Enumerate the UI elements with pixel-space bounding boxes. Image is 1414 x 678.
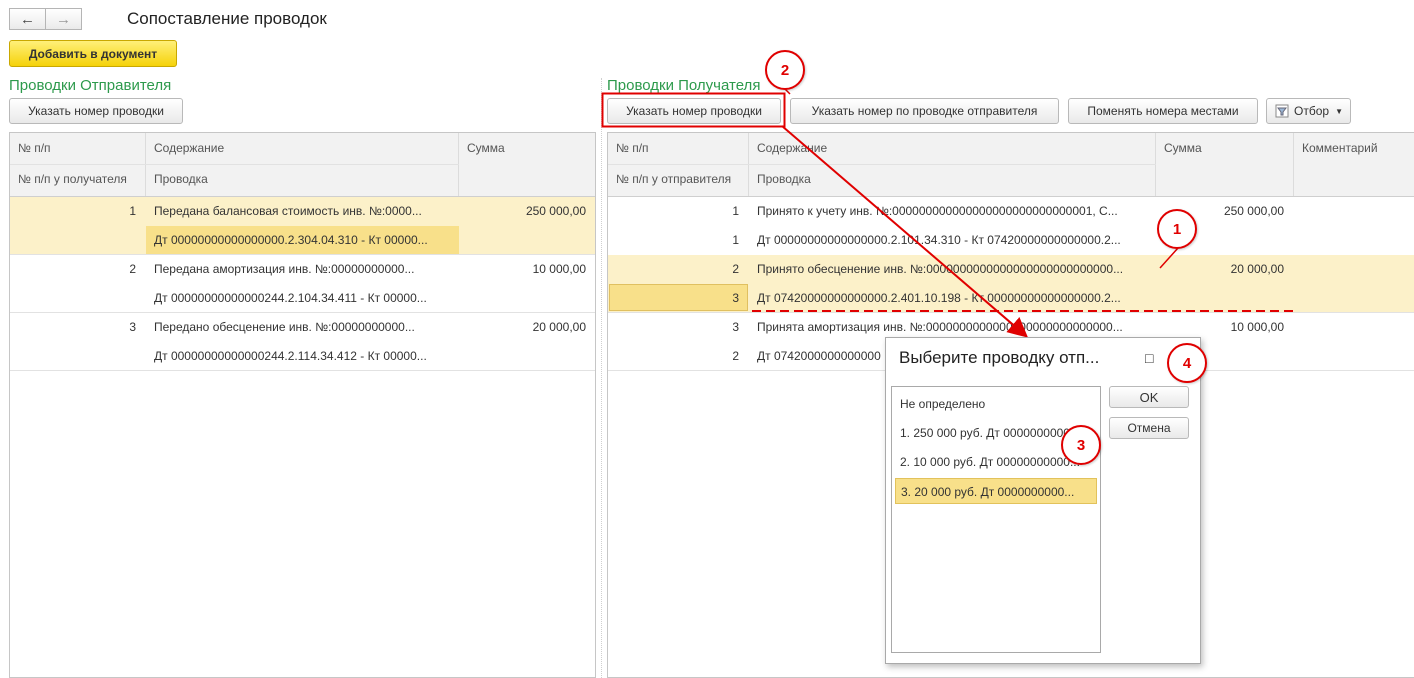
row-content: Передано обесценение инв. №:00000000000.… [154, 320, 415, 334]
col-header-content[interactable]: Содержание [146, 133, 459, 164]
row-sum: 10 000,00 [532, 262, 586, 276]
recipient-set-number-button[interactable]: Указать номер проводки [607, 98, 781, 124]
sender-section-title: Проводки Отправителя [9, 77, 172, 94]
forward-button[interactable]: → [45, 8, 82, 30]
col-header-sum[interactable]: Сумма [459, 133, 595, 196]
swap-numbers-button[interactable]: Поменять номера местами [1068, 98, 1258, 124]
row-num: 1 [129, 204, 136, 218]
col-header-sum[interactable]: Сумма [1156, 133, 1294, 196]
col-header-entry[interactable]: Проводка [749, 164, 1156, 196]
row-num: 2 [129, 262, 136, 276]
row-entry: Дт 00000000000000000.2.304.04.310 - Кт 0… [154, 233, 428, 247]
maximize-icon[interactable]: □ [1145, 350, 1153, 366]
dropdown-arrow-icon: ▼ [1335, 106, 1343, 116]
row-content: Принята амортизация инв. №:0000000000000… [757, 320, 1123, 334]
row-num-sender: 3 [732, 291, 739, 305]
panel-splitter[interactable] [601, 78, 602, 678]
filter-button[interactable]: Отбор ▼ [1266, 98, 1351, 124]
arrow-right-icon: → [56, 10, 71, 28]
row-content: Передана амортизация инв. №:00000000000.… [154, 262, 415, 276]
dialog-title: Выберите проводку отп... [899, 348, 1100, 367]
sender-table[interactable]: № п/п Содержание Сумма № п/п у получател… [9, 132, 596, 678]
filter-label: Отбор [1294, 104, 1330, 118]
row-sum: 20 000,00 [1230, 262, 1284, 276]
sender-set-number-button[interactable]: Указать номер проводки [9, 98, 183, 124]
row-num: 3 [732, 320, 739, 334]
list-item-selected[interactable]: 3. 20 000 руб. Дт 0000000000... [895, 478, 1097, 504]
row-entry: Дт 00000000000000000.2.101.34.310 - Кт 0… [757, 233, 1121, 247]
col-header-entry[interactable]: Проводка [146, 164, 459, 196]
row-num: 2 [732, 262, 739, 276]
set-number-by-sender-button[interactable]: Указать номер по проводке отправителя [790, 98, 1059, 124]
row-entry: Дт 00000000000000244.2.114.34.412 - Кт 0… [154, 349, 427, 363]
row-sum: 20 000,00 [532, 320, 586, 334]
recipient-section-title: Проводки Получателя [607, 77, 761, 94]
col-header-num[interactable]: № п/п [608, 133, 749, 164]
row-sum: 250 000,00 [525, 204, 586, 218]
arrow-left-icon: ← [20, 10, 35, 28]
col-header-num-sender[interactable]: № п/п у отправителя [608, 164, 749, 196]
cancel-button[interactable]: Отмена [1109, 417, 1189, 439]
row-content: Передана балансовая стоимость инв. №:000… [154, 204, 422, 218]
col-header-comment[interactable]: Комментарий [1294, 133, 1414, 196]
row-num: 3 [129, 320, 136, 334]
ok-button[interactable]: OK [1109, 386, 1189, 408]
annotation-badge-4: 4 [1167, 343, 1207, 383]
row-content: Принято к учету инв. №:00000000000000000… [757, 204, 1118, 218]
col-header-num-recipient[interactable]: № п/п у получателя [10, 164, 146, 196]
row-entry: Дт 07420000000000000.2.401.10.198 - Кт 0… [757, 291, 1121, 305]
row-content: Принято обесценение инв. №:0000000000000… [757, 262, 1124, 276]
annotation-badge-3: 3 [1061, 425, 1101, 465]
list-item[interactable]: Не определено [895, 391, 1097, 417]
row-sum: 10 000,00 [1230, 320, 1284, 334]
add-to-document-button[interactable]: Добавить в документ [9, 40, 177, 67]
row-num: 1 [732, 204, 739, 218]
annotation-badge-2: 2 [765, 50, 805, 90]
entry-list[interactable]: Не определено 1. 250 000 руб. Дт 0000000… [891, 386, 1101, 653]
row-entry: Дт 00000000000000244.2.104.34.411 - Кт 0… [154, 291, 427, 305]
annotation-badge-1: 1 [1157, 209, 1197, 249]
back-button[interactable]: ← [9, 8, 46, 30]
col-header-num[interactable]: № п/п [10, 133, 146, 164]
page-title: Сопоставление проводок [127, 9, 327, 28]
select-sender-entry-dialog[interactable]: Выберите проводку отп... □ Не определено… [885, 337, 1201, 664]
filter-icon [1275, 104, 1289, 118]
row-num-sender: 2 [732, 349, 739, 363]
col-header-content[interactable]: Содержание [749, 133, 1156, 164]
row-num-sender: 1 [732, 233, 739, 247]
